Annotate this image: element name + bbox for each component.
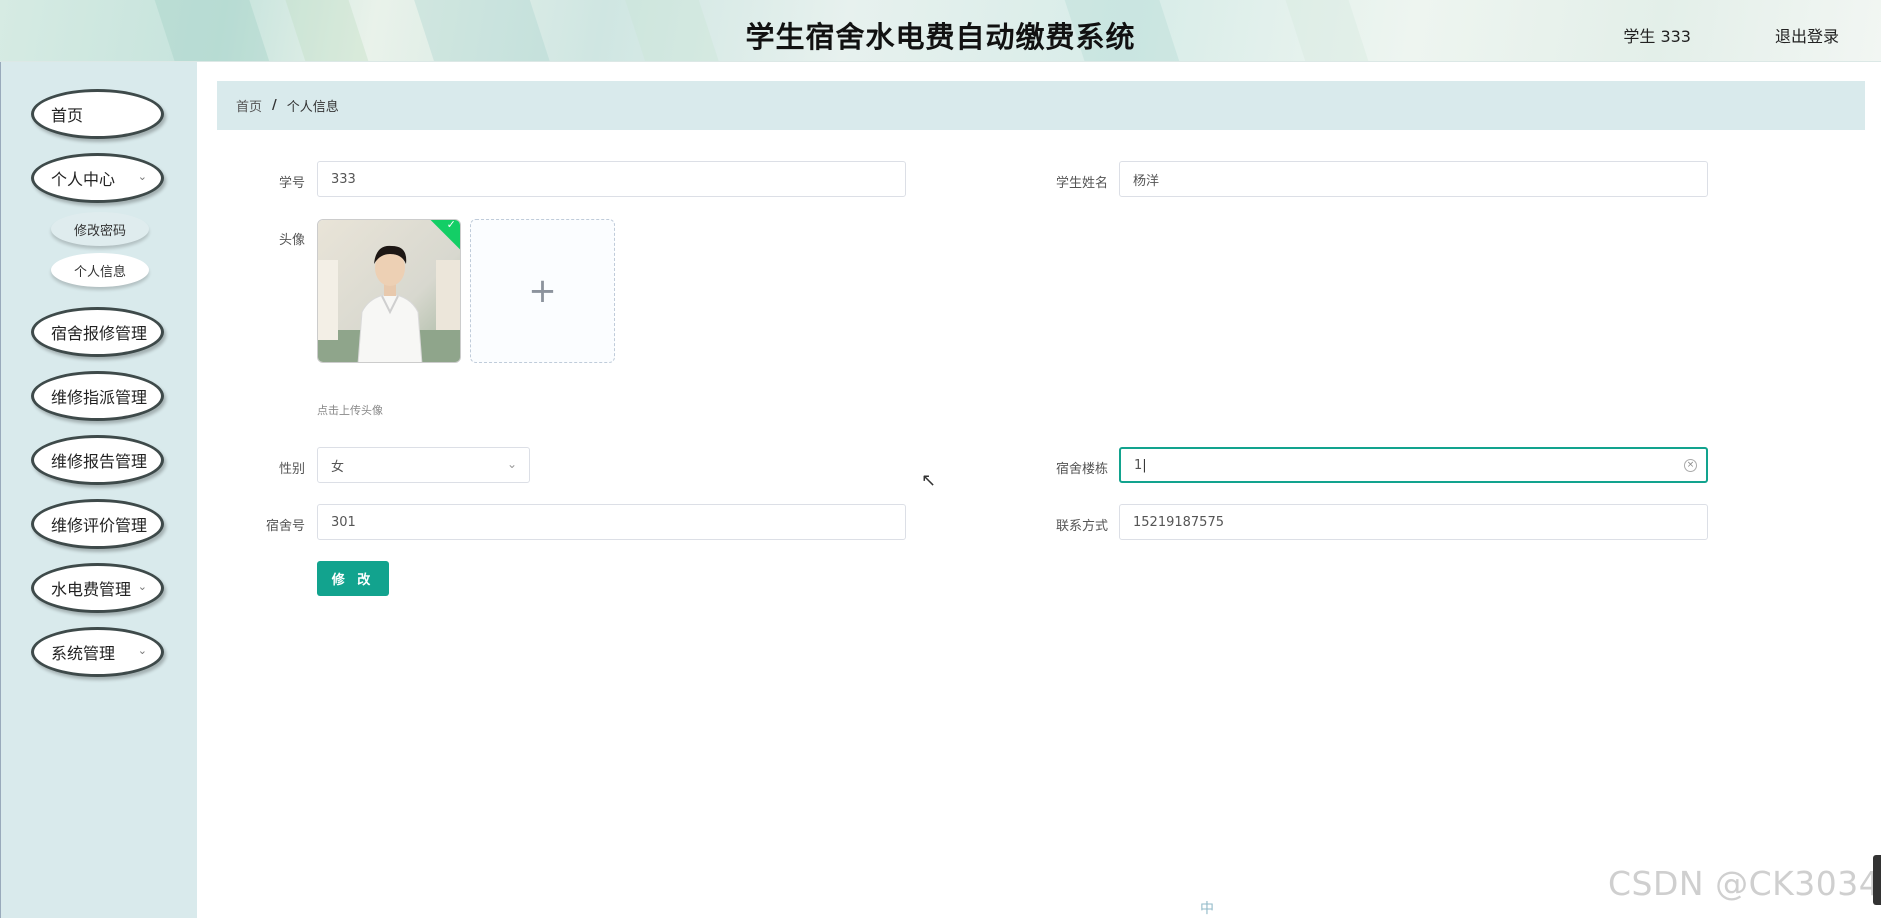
sidebar-item-repair-assign[interactable]: 维修指派管理	[31, 371, 164, 421]
student-id-label: 学号	[278, 176, 305, 191]
scroll-handle[interactable]	[1873, 855, 1881, 905]
logout-link[interactable]: 退出登录	[1775, 23, 1839, 47]
avatar-upload-hint: 点击上传头像	[317, 404, 383, 417]
sidebar-item-label: 维修评价管理	[51, 516, 148, 535]
building-label: 宿舍楼栋	[1055, 462, 1108, 477]
sidebar-item-utility-fee[interactable]: 水电费管理 ⌄	[31, 563, 164, 613]
breadcrumb-home[interactable]: 首页	[236, 96, 262, 115]
breadcrumb-separator: /	[272, 98, 277, 113]
chevron-down-icon: ⌄	[137, 580, 147, 593]
breadcrumb: 首页 / 个人信息	[217, 81, 1865, 130]
sidebar-item-home[interactable]: 首页	[31, 89, 164, 139]
chevron-down-icon: ⌄	[137, 170, 147, 183]
mouse-cursor-icon: ↖	[921, 470, 937, 491]
chevron-down-icon: ⌄	[506, 457, 517, 471]
student-id-input[interactable]: 333	[317, 161, 906, 197]
sidebar-subitem-label: 修改密码	[73, 223, 126, 239]
sidebar-item-label: 维修报告管理	[51, 452, 148, 471]
sidebar-subitem-label: 个人信息	[73, 264, 126, 280]
gender-label: 性别	[278, 462, 305, 477]
plus-icon: +	[528, 271, 557, 311]
sidebar-item-label: 系统管理	[51, 644, 116, 663]
sidebar-item-system[interactable]: 系统管理 ⌄	[31, 627, 164, 677]
app-title: 学生宿舍水电费自动缴费系统	[745, 20, 1136, 54]
sidebar-item-label: 首页	[51, 106, 84, 125]
contact-label: 联系方式	[1055, 519, 1108, 534]
ime-toolbar: 中	[1200, 901, 1218, 917]
contact-value: 15219187575	[1133, 514, 1224, 530]
gender-value: 女	[331, 459, 345, 475]
sidebar-item-repair-review[interactable]: 维修评价管理	[31, 499, 164, 549]
student-id-value: 333	[331, 171, 356, 187]
room-label: 宿舍号	[265, 519, 305, 534]
building-input[interactable]: 1 | ×	[1119, 447, 1708, 483]
room-value: 301	[331, 514, 356, 530]
room-input[interactable]: 301	[317, 504, 906, 540]
current-user: 学生 333	[1623, 27, 1691, 46]
sidebar-item-dorm-repair[interactable]: 宿舍报修管理	[31, 307, 164, 357]
sidebar-item-label: 宿舍报修管理	[51, 324, 148, 343]
avatar-upload-button[interactable]: +	[470, 219, 615, 363]
sidebar-item-label: 个人中心	[51, 170, 116, 189]
breadcrumb-current: 个人信息	[286, 100, 339, 115]
avatar-photo	[318, 220, 460, 362]
student-name-value: 杨洋	[1133, 173, 1160, 189]
sidebar-subitem-change-password[interactable]: 修改密码	[51, 212, 149, 246]
modify-button[interactable]: 修 改	[317, 561, 389, 596]
sidebar-item-label: 维修指派管理	[51, 388, 148, 407]
sidebar-item-repair-report[interactable]: 维修报告管理	[31, 435, 164, 485]
watermark: CSDN @CK3034	[1608, 864, 1881, 903]
chevron-down-icon: ⌄	[137, 644, 147, 657]
header-banner: 学生宿舍水电费自动缴费系统 学生 333 退出登录	[0, 0, 1881, 62]
sidebar-item-personal-center[interactable]: 个人中心 ⌄	[31, 153, 164, 203]
sidebar: 首页 个人中心 ⌄ 修改密码 个人信息 宿舍报修管理 维修指派管理 维修报告管理…	[0, 62, 197, 918]
student-name-input[interactable]: 杨洋	[1119, 161, 1708, 197]
contact-input[interactable]: 15219187575	[1119, 504, 1708, 540]
avatar-label: 头像	[278, 233, 305, 248]
building-value: 1	[1134, 457, 1143, 473]
student-name-label: 学生姓名	[1055, 176, 1108, 191]
clear-icon[interactable]: ×	[1684, 459, 1697, 472]
sidebar-subitem-personal-info[interactable]: 个人信息	[51, 253, 149, 287]
sidebar-item-label: 水电费管理	[51, 580, 132, 599]
avatar-image[interactable]: ✓	[317, 219, 461, 363]
gender-select[interactable]: 女 ⌄	[317, 447, 530, 483]
